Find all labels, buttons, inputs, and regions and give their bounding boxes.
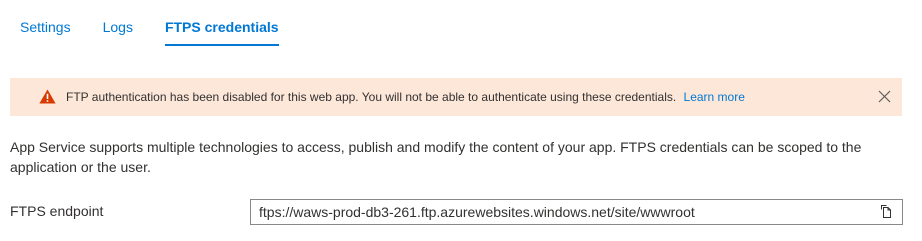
ftps-endpoint-input[interactable]: [251, 200, 861, 224]
close-icon[interactable]: [878, 90, 891, 103]
tab-bar: Settings Logs FTPS credentials: [10, 16, 288, 46]
ftps-endpoint-label: FTPS endpoint: [10, 203, 104, 219]
warning-message: FTP authentication has been disabled for…: [66, 90, 680, 104]
warning-message-text: FTP authentication has been disabled for…: [66, 90, 745, 104]
warning-banner: FTP authentication has been disabled for…: [10, 78, 902, 116]
description-text: App Service supports multiple technologi…: [10, 139, 862, 175]
ftps-endpoint-field: [250, 199, 903, 225]
tab-logs[interactable]: Logs: [94, 16, 142, 46]
tab-settings[interactable]: Settings: [20, 16, 80, 46]
warning-icon: [39, 89, 56, 104]
copy-icon[interactable]: [878, 204, 894, 220]
learn-more-link[interactable]: Learn more: [684, 90, 745, 104]
ftps-credentials-page: Settings Logs FTPS credentials FTP authe…: [0, 0, 922, 241]
tab-ftps-credentials[interactable]: FTPS credentials: [156, 16, 288, 46]
